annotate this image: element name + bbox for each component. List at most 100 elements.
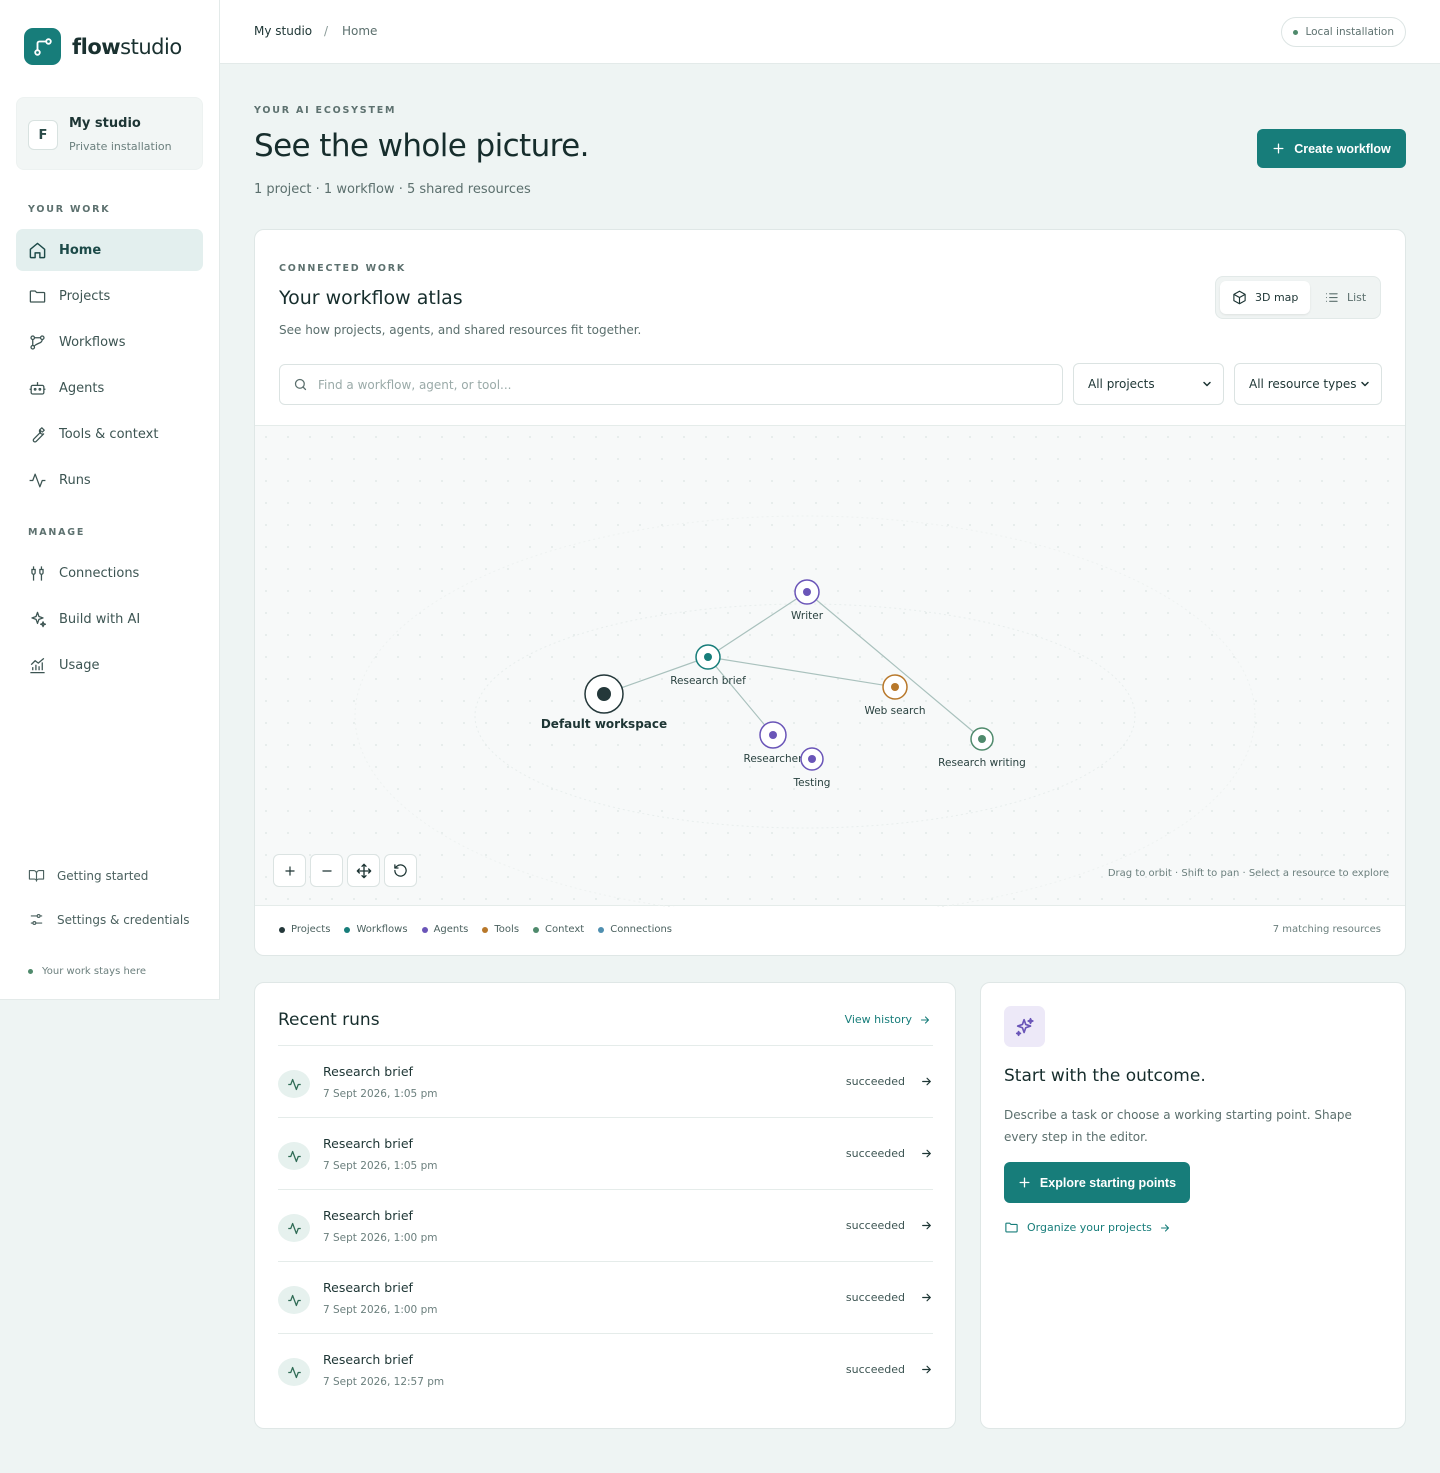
organize-projects-label: Organize your projects xyxy=(1027,1221,1152,1234)
legend-dot xyxy=(279,926,285,933)
sidebar-item-tools[interactable]: Tools & context xyxy=(16,413,203,455)
sidebar-item-usage[interactable]: Usage xyxy=(16,644,203,686)
sidebar-item-workflows[interactable]: Workflows xyxy=(16,321,203,363)
node-research-writing[interactable]: Research writing xyxy=(938,727,1026,769)
legend-label: Agents xyxy=(433,924,469,935)
plus-icon xyxy=(284,865,295,876)
workflow-atlas-card: CONNECTED WORK Your workflow atlas See h… xyxy=(254,229,1406,956)
organize-projects-link[interactable]: Organize your projects xyxy=(1004,1220,1171,1235)
legend-dot xyxy=(344,926,351,933)
sidebar-item-label: Home xyxy=(59,242,102,258)
your-work-label: YOUR WORK xyxy=(28,204,111,215)
view-3d-map-button[interactable]: 3D map xyxy=(1220,281,1311,314)
recent-runs-card: Recent runs View history Research brief … xyxy=(254,982,956,1429)
run-time: 7 Sept 2026, 1:00 pm xyxy=(323,1232,438,1244)
settings-icon xyxy=(30,913,43,926)
legend-dot xyxy=(421,926,428,933)
studio-name: My studio xyxy=(69,116,141,131)
run-status: succeeded xyxy=(845,1147,905,1160)
legend-item-workflows[interactable]: Workflows xyxy=(344,924,408,935)
matching-resources-count: 7 matching resources xyxy=(1272,924,1381,935)
sidebar-item-build-ai[interactable]: Build with AI xyxy=(16,598,203,640)
brand-name: flowstudio xyxy=(72,34,182,59)
chevron-down-icon xyxy=(1361,381,1369,387)
legend-item-context[interactable]: Context xyxy=(533,924,584,935)
legend-label: Projects xyxy=(291,924,331,935)
project-filter-select[interactable]: All projects xyxy=(1073,363,1224,405)
svg-text:Research brief: Research brief xyxy=(670,675,746,687)
view-history-link[interactable]: View history xyxy=(845,1013,931,1026)
legend-dot xyxy=(533,926,540,933)
sidebar-item-label: Agents xyxy=(59,380,105,396)
table-row[interactable]: Research brief 7 Sept 2026, 12:57 pm suc… xyxy=(278,1333,933,1405)
run-activity-icon xyxy=(278,1358,310,1386)
node-default-workspace[interactable]: Default workspace xyxy=(541,674,667,731)
create-workflow-button[interactable]: Create workflow xyxy=(1257,129,1406,168)
node-web-search[interactable]: Web search xyxy=(864,674,926,717)
reset-view-button[interactable] xyxy=(384,854,417,887)
table-row[interactable]: Research brief 7 Sept 2026, 1:05 pm succ… xyxy=(278,1045,933,1117)
table-row[interactable]: Research brief 7 Sept 2026, 1:00 pm succ… xyxy=(278,1189,933,1261)
node-writer[interactable]: Writer xyxy=(791,579,824,622)
table-row[interactable]: Research brief 7 Sept 2026, 1:05 pm succ… xyxy=(278,1117,933,1189)
create-workflow-label: Create workflow xyxy=(1294,141,1391,156)
sidebar: flowstudio F My studio Private installat… xyxy=(0,0,220,1000)
hero-eyebrow: YOUR AI ECOSYSTEM xyxy=(254,105,397,116)
legend-item-agents[interactable]: Agents xyxy=(421,924,469,935)
breadcrumb-current: Home xyxy=(342,24,378,38)
settings-credentials-link[interactable]: Settings & credentials xyxy=(28,911,189,928)
zoom-in-button[interactable] xyxy=(273,854,306,887)
minus-icon xyxy=(321,869,332,872)
wrench-icon xyxy=(32,426,45,442)
manage-label: MANAGE xyxy=(28,527,86,538)
breadcrumb-root[interactable]: My studio xyxy=(254,24,312,38)
run-status: succeeded xyxy=(845,1219,905,1232)
studio-switcher[interactable]: F My studio Private installation xyxy=(16,97,203,170)
move-icon xyxy=(356,863,371,878)
sidebar-item-runs[interactable]: Runs xyxy=(16,459,203,501)
getting-started-link[interactable]: Getting started xyxy=(28,867,148,884)
sidebar-item-projects[interactable]: Projects xyxy=(16,275,203,317)
chart-icon xyxy=(30,657,45,673)
sidebar-item-home[interactable]: Home xyxy=(16,229,203,271)
status-badge: Local installation xyxy=(1281,17,1406,47)
resource-type-filter-select[interactable]: All resource types xyxy=(1234,363,1382,405)
run-activity-icon xyxy=(278,1214,310,1242)
workflow-icon xyxy=(30,334,45,350)
run-name: Research brief xyxy=(323,1352,413,1367)
plus-icon xyxy=(1019,1177,1030,1188)
run-time: 7 Sept 2026, 1:00 pm xyxy=(323,1304,438,1316)
logo-mark-icon xyxy=(24,28,61,65)
run-status: succeeded xyxy=(845,1075,905,1088)
atlas-title: Your workflow atlas xyxy=(279,287,463,309)
atlas-search-input[interactable] xyxy=(318,377,1018,392)
outcome-description: Describe a task or choose a working star… xyxy=(1004,1108,1352,1144)
sidebar-item-agents[interactable]: Agents xyxy=(16,367,203,409)
table-row[interactable]: Research brief 7 Sept 2026, 1:00 pm succ… xyxy=(278,1261,933,1333)
run-status: succeeded xyxy=(845,1363,905,1376)
run-name: Research brief xyxy=(323,1208,413,1223)
arrow-right-icon xyxy=(922,1365,931,1374)
brand-logo[interactable]: flowstudio xyxy=(24,28,182,65)
node-researcher[interactable]: Researcher xyxy=(744,721,804,765)
studio-subtitle: Private installation xyxy=(69,140,172,153)
atlas-eyebrow: CONNECTED WORK xyxy=(279,263,407,274)
pan-button[interactable] xyxy=(347,854,380,887)
explore-starting-points-button[interactable]: Explore starting points xyxy=(1004,1162,1190,1203)
legend-item-projects[interactable]: Projects xyxy=(279,924,330,935)
settings-label: Settings & credentials xyxy=(57,912,190,927)
atlas-graph[interactable]: Default workspace Research brief Writer … xyxy=(255,426,1406,907)
sparkles-icon xyxy=(31,611,47,627)
run-status: succeeded xyxy=(845,1291,905,1304)
sidebar-item-connections[interactable]: Connections xyxy=(16,552,203,594)
run-activity-icon xyxy=(278,1286,310,1314)
run-time: 7 Sept 2026, 1:05 pm xyxy=(323,1160,438,1172)
status-text: Local installation xyxy=(1305,26,1394,38)
connections-icon xyxy=(31,565,44,581)
zoom-out-button[interactable] xyxy=(310,854,343,887)
run-name: Research brief xyxy=(323,1064,413,1079)
view-list-button[interactable]: List xyxy=(1312,281,1378,314)
atlas-3d-canvas[interactable]: Default workspace Research brief Writer … xyxy=(255,425,1406,907)
legend-item-tools[interactable]: Tools xyxy=(482,924,519,935)
legend-item-connections[interactable]: Connections xyxy=(598,924,672,935)
